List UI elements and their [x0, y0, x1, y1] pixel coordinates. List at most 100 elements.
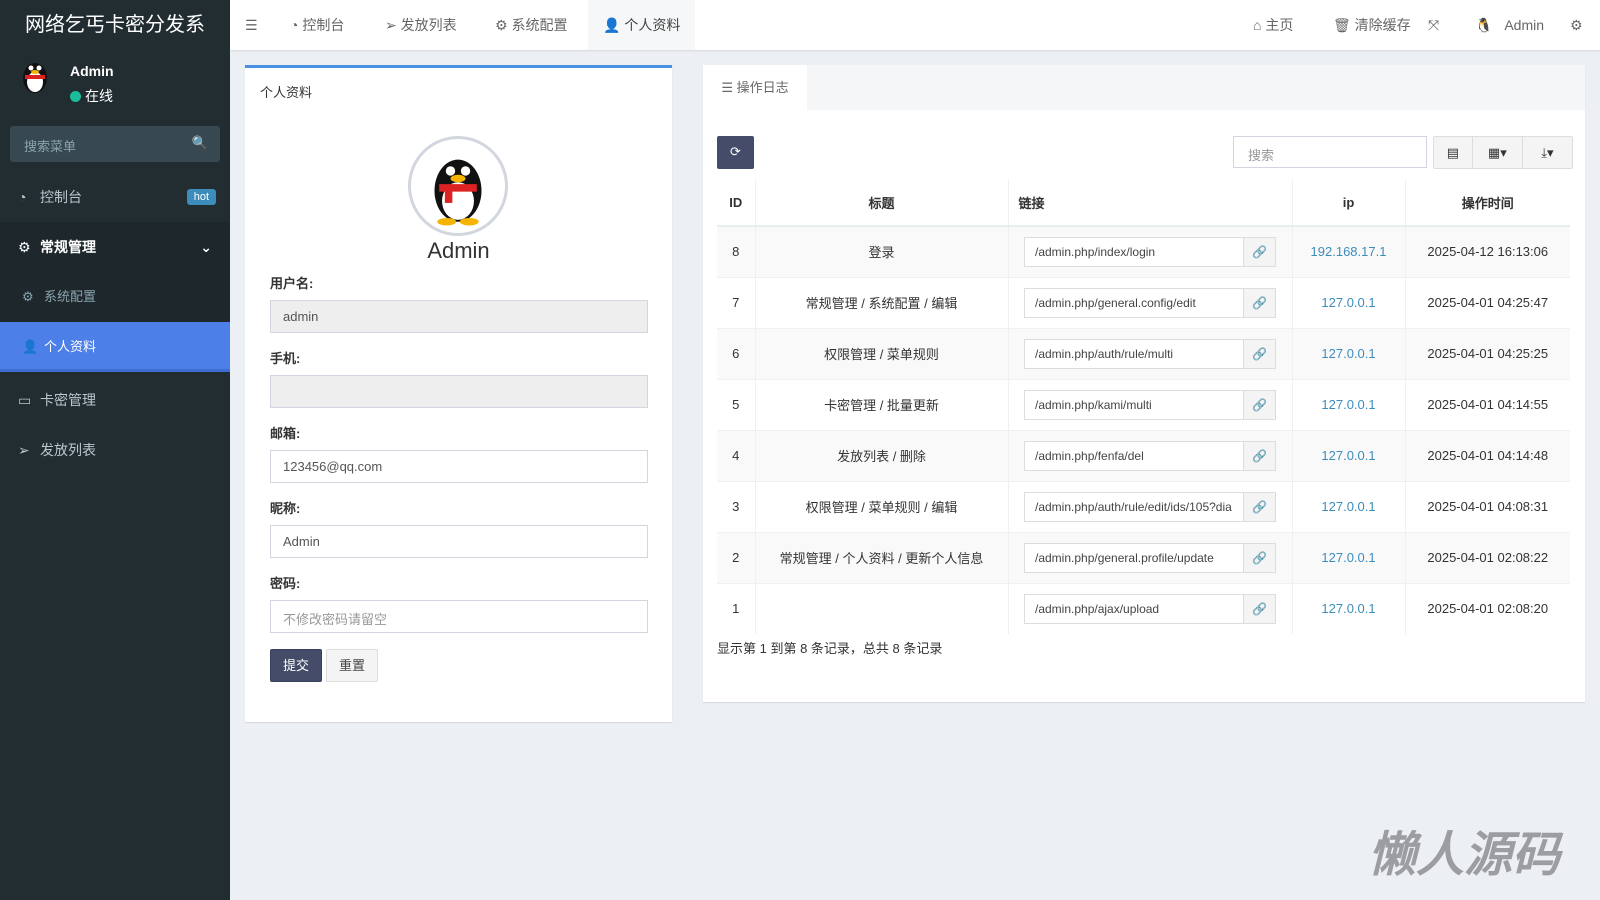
sidebar-item-fenfa[interactable]: ➢ 发放列表: [0, 425, 230, 475]
hot-badge: hot: [186, 189, 216, 205]
table-row[interactable]: 2 常规管理 / 个人资料 / 更新个人信息 /admin.php/genera…: [717, 531, 1570, 583]
link-icon[interactable]: 🔗: [1243, 237, 1275, 266]
export-button[interactable]: ⤓▾: [1523, 137, 1572, 168]
col-id[interactable]: ID: [717, 180, 755, 227]
url-field[interactable]: /admin.php/ajax/upload: [1025, 594, 1243, 623]
cell-ip[interactable]: 127.0.0.1: [1291, 327, 1405, 379]
nickname-field[interactable]: Admin: [270, 525, 648, 558]
link-icon[interactable]: 🔗: [1243, 390, 1275, 419]
app-title[interactable]: 网络乞丐卡密分发系: [0, 0, 230, 50]
link-icon[interactable]: 🔗: [1243, 594, 1275, 623]
label: 个人资料: [44, 339, 97, 354]
tab-fenfa[interactable]: ➢ 发放列表: [370, 0, 472, 50]
cell-ip[interactable]: 127.0.0.1: [1291, 429, 1405, 481]
cell-id: 1: [717, 582, 755, 634]
profile-name: Admin: [427, 238, 490, 263]
url-field[interactable]: /admin.php/fenfa/del: [1025, 441, 1243, 470]
sidebar-toggle-button[interactable]: ☰: [230, 0, 273, 50]
cell-ip[interactable]: 192.168.17.1: [1291, 225, 1405, 277]
profile-avatar[interactable]: [408, 136, 508, 236]
label: 个人资料: [624, 17, 681, 33]
cell-url: /admin.php/fenfa/del 🔗: [1007, 429, 1292, 481]
url-field[interactable]: /admin.php/index/login: [1025, 237, 1243, 266]
tab-profile[interactable]: 👤 个人资料: [588, 0, 696, 50]
mobile-field[interactable]: [270, 375, 648, 408]
dashboard-icon: ◔: [18, 189, 27, 205]
link-icon[interactable]: 🔗: [1243, 543, 1275, 572]
label: 系统配置: [511, 17, 568, 33]
url-input-group: /admin.php/index/login 🔗: [1024, 236, 1276, 267]
sidebar-item-config[interactable]: ⚙ 系统配置: [0, 272, 230, 322]
cell-title: 权限管理 / 菜单规则: [754, 327, 1008, 379]
reset-button[interactable]: 重置: [326, 649, 379, 682]
cell-id: 5: [717, 378, 755, 430]
sidebar-item-dashboard[interactable]: ◔ 控制台 hot: [0, 172, 230, 222]
username-field[interactable]: admin: [270, 300, 648, 333]
col-ip[interactable]: ip: [1291, 180, 1405, 227]
col-url[interactable]: 链接: [1007, 180, 1292, 227]
cell-url: /admin.php/general.config/edit 🔗: [1007, 276, 1292, 328]
penguin-avatar-icon: [23, 63, 47, 93]
tab-dashboard[interactable]: ◔ 控制台: [275, 0, 359, 50]
cogs-icon: ⚙: [18, 239, 31, 255]
cell-ip[interactable]: 127.0.0.1: [1291, 378, 1405, 430]
table-search-input[interactable]: 搜索: [1233, 136, 1427, 168]
url-field[interactable]: /admin.php/auth/rule/edit/ids/105?dia: [1025, 492, 1243, 521]
link-icon[interactable]: 🔗: [1243, 288, 1275, 317]
chevron-down-icon: ⌄: [200, 239, 212, 255]
penguin-icon: [434, 159, 482, 226]
table-row[interactable]: 7 常规管理 / 系统配置 / 编辑 /admin.php/general.co…: [717, 276, 1570, 328]
clear-cache-button[interactable]: 🗑 清除缓存: [1318, 0, 1426, 50]
link-icon[interactable]: 🔗: [1243, 441, 1275, 470]
url-field[interactable]: /admin.php/kami/multi: [1025, 390, 1243, 419]
link-icon[interactable]: 🔗: [1243, 492, 1275, 521]
sidebar-item-kami[interactable]: ▭ 卡密管理: [0, 375, 230, 425]
cell-time: 2025-04-01 02:08:22: [1404, 531, 1570, 583]
table-row[interactable]: 5 卡密管理 / 批量更新 /admin.php/kami/multi 🔗 127…: [717, 378, 1570, 430]
cell-title: 发放列表 / 删除: [754, 429, 1008, 481]
tab-header: ☰ 操作日志: [703, 65, 1585, 110]
label: 系统配置: [44, 289, 97, 304]
tab-config[interactable]: ⚙ 系统配置: [480, 0, 582, 50]
submit-button[interactable]: 提交: [270, 649, 323, 682]
password-label: 密码:: [270, 576, 301, 591]
fullscreen-icon[interactable]: ⤧: [1413, 0, 1454, 50]
url-field[interactable]: /admin.php/auth/rule/multi: [1025, 339, 1243, 368]
toggle-view-button[interactable]: ▤: [1434, 137, 1473, 168]
label: 清除缓存: [1354, 17, 1411, 33]
home-link[interactable]: ⌂ 主页: [1238, 0, 1308, 50]
cell-ip[interactable]: 127.0.0.1: [1291, 276, 1405, 328]
user-menu[interactable]: 🐧 Admin: [1460, 0, 1559, 50]
refresh-button[interactable]: ⟳: [717, 136, 754, 169]
table-row[interactable]: 6 权限管理 / 菜单规则 /admin.php/auth/rule/multi…: [717, 327, 1570, 379]
cell-time: 2025-04-01 02:08:20: [1404, 582, 1570, 634]
table-row[interactable]: 4 发放列表 / 删除 /admin.php/fenfa/del 🔗 127.0.…: [717, 429, 1570, 481]
table-row[interactable]: 8 登录 /admin.php/index/login 🔗 192.168.17.…: [717, 225, 1570, 277]
url-input-group: /admin.php/ajax/upload 🔗: [1024, 593, 1276, 624]
label: Admin: [1504, 17, 1545, 33]
url-field[interactable]: /admin.php/general.profile/update: [1025, 543, 1243, 572]
email-label: 邮箱:: [270, 426, 301, 441]
password-field[interactable]: 不修改密码请留空: [270, 600, 648, 633]
settings-icon[interactable]: ⚙: [1555, 0, 1598, 50]
col-time[interactable]: 操作时间: [1404, 180, 1570, 227]
table-row[interactable]: 1 /admin.php/ajax/upload 🔗 127.0.0.1 2025…: [717, 582, 1570, 634]
columns-button[interactable]: ▦▾: [1473, 137, 1523, 168]
url-input-group: /admin.php/kami/multi 🔗: [1024, 389, 1276, 420]
sidebar-item-general[interactable]: ⚙ 常规管理 ⌄: [0, 222, 230, 272]
cell-ip[interactable]: 127.0.0.1: [1291, 480, 1405, 532]
link-icon[interactable]: 🔗: [1243, 339, 1275, 368]
cell-ip[interactable]: 127.0.0.1: [1291, 582, 1405, 634]
cell-title: 权限管理 / 菜单规则 / 编辑: [754, 480, 1008, 532]
url-field[interactable]: /admin.php/general.config/edit: [1025, 288, 1243, 317]
tab-operation-log[interactable]: ☰ 操作日志: [703, 65, 807, 110]
cell-ip[interactable]: 127.0.0.1: [1291, 531, 1405, 583]
col-title[interactable]: 标题: [754, 180, 1008, 227]
cell-url: /admin.php/kami/multi 🔗: [1007, 378, 1292, 430]
paper-plane-icon: ➢: [18, 442, 30, 458]
cell-title: 登录: [754, 225, 1008, 277]
menu-search-input[interactable]: 搜索菜单 🔍: [10, 126, 220, 162]
table-row[interactable]: 3 权限管理 / 菜单规则 / 编辑 /admin.php/auth/rule/…: [717, 480, 1570, 532]
sidebar-item-profile[interactable]: 👤 个人资料: [0, 322, 230, 372]
email-field[interactable]: 123456@qq.com: [270, 450, 648, 483]
